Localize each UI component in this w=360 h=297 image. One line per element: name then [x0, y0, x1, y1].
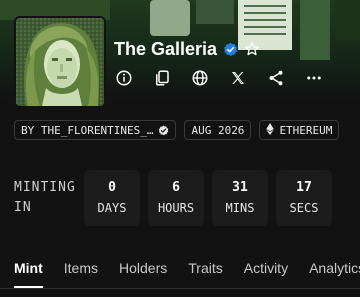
info-icon[interactable] [114, 68, 134, 88]
chain-chip: ETHEREUM [259, 120, 340, 140]
x-logo-icon[interactable] [228, 68, 248, 88]
tabs-divider [0, 288, 360, 289]
collection-title: The Galleria [114, 38, 218, 59]
countdown-value: 6 [172, 180, 180, 195]
banner-art-block [335, 0, 360, 40]
countdown-timer: 0 DAYS 6 HOURS 31 MINS 17 SECS [84, 170, 332, 226]
tab-activity[interactable]: Activity [244, 258, 288, 282]
chain-label: ETHEREUM [279, 123, 333, 137]
collection-title-row: The Galleria [114, 37, 260, 61]
tab-items[interactable]: Items [64, 258, 98, 282]
creator-chip[interactable]: BY THE_FLORENTINES_… [14, 120, 177, 140]
verified-badge-icon [223, 42, 238, 57]
countdown-unit: MINS [225, 201, 255, 215]
banner-art-block [150, 0, 190, 36]
countdown-hours: 6 HOURS [148, 170, 204, 226]
ethereum-icon [266, 122, 275, 138]
avatar-portrait-image [16, 18, 104, 106]
collection-meta-chips: BY THE_FLORENTINES_… AUG 2026 ETHEREUM [14, 120, 340, 140]
tab-traits[interactable]: Traits [188, 258, 222, 282]
copy-icon[interactable] [152, 68, 172, 88]
collection-tabs: Mint Items Holders Traits Activity Analy… [14, 258, 360, 288]
tab-analytics[interactable]: Analytics [309, 258, 360, 282]
tab-holders[interactable]: Holders [119, 258, 167, 282]
date-chip: AUG 2026 [184, 120, 252, 140]
date-label: AUG 2026 [191, 123, 245, 137]
banner-art-block [196, 0, 234, 24]
countdown-value: 0 [108, 180, 116, 195]
countdown-unit: HOURS [157, 201, 195, 215]
banner-art-block [300, 0, 330, 60]
countdown-value: 17 [296, 180, 312, 195]
collection-avatar [14, 16, 106, 108]
creator-verified-icon [158, 125, 169, 136]
countdown-mins: 31 MINS [212, 170, 268, 226]
countdown-secs: 17 SECS [276, 170, 332, 226]
more-icon[interactable] [304, 68, 324, 88]
countdown-unit: SECS [289, 201, 319, 215]
tab-mint[interactable]: Mint [14, 258, 43, 288]
countdown-days: 0 DAYS [84, 170, 140, 226]
share-icon[interactable] [266, 68, 286, 88]
minting-in-label: MINTING IN [14, 180, 76, 215]
globe-icon[interactable] [190, 68, 210, 88]
countdown-unit: DAYS [97, 201, 127, 215]
favorite-star-icon[interactable] [244, 41, 260, 57]
countdown-value: 31 [232, 180, 248, 195]
collection-action-row [114, 68, 342, 88]
creator-name: BY THE_FLORENTINES_… [21, 123, 154, 137]
minting-countdown-section: MINTING IN 0 DAYS 6 HOURS 31 MINS 17 SEC… [14, 170, 360, 226]
